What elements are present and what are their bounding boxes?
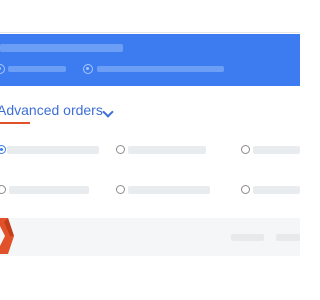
header-option-2-placeholder	[97, 66, 224, 72]
option-label-placeholder	[9, 186, 89, 194]
footer-bar	[0, 218, 300, 256]
top-border	[0, 32, 300, 33]
header-radio-2[interactable]	[83, 64, 93, 74]
section-title-underline	[0, 122, 30, 124]
option-radio-r1c1[interactable]	[0, 145, 6, 154]
option-label-placeholder	[253, 186, 300, 194]
footer-link-placeholder[interactable]	[231, 234, 264, 241]
option-radio-r1c2[interactable]	[116, 145, 125, 154]
page: Advanced orders	[0, 0, 300, 300]
option-label-placeholder	[128, 146, 206, 154]
option-label-placeholder	[128, 186, 210, 194]
option-radio-r2c1[interactable]	[0, 185, 6, 194]
option-label-placeholder	[7, 146, 99, 154]
option-radio-r1c3[interactable]	[241, 145, 250, 154]
option-label-placeholder	[253, 146, 300, 154]
header-radio-1[interactable]	[0, 64, 5, 74]
header-banner	[0, 34, 300, 86]
section-title: Advanced orders	[0, 102, 103, 118]
option-radio-r2c2[interactable]	[116, 185, 125, 194]
brand-logo-icon	[0, 218, 14, 254]
footer-link-placeholder[interactable]	[276, 234, 300, 241]
option-radio-r2c3[interactable]	[241, 185, 250, 194]
header-option-1-placeholder	[8, 66, 66, 72]
chevron-down-icon	[102, 106, 114, 118]
header-title-placeholder	[0, 44, 123, 52]
